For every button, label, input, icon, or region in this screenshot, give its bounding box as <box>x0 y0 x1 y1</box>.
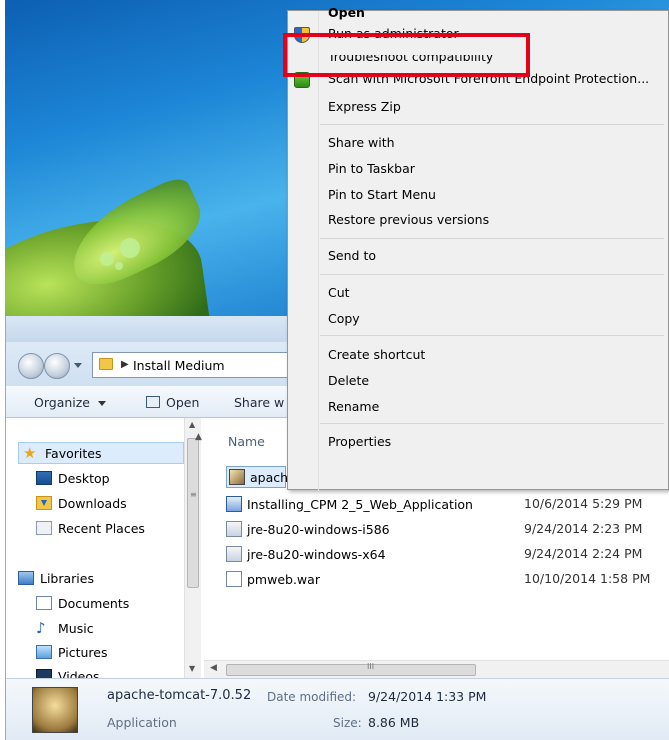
libraries-icon <box>18 571 34 585</box>
menu-item-copy[interactable]: Copy <box>328 311 360 326</box>
nav-item-label: Music <box>58 620 94 636</box>
nav-item-favorites[interactable]: ★ Favorites <box>18 442 184 464</box>
horizontal-scrollbar[interactable]: ◀ III <box>204 660 669 678</box>
downloads-folder-icon <box>36 496 52 510</box>
file-name: jre-8u20-windows-x64 <box>247 546 386 562</box>
nav-item-label: Favorites <box>45 445 102 461</box>
menu-item-share-with[interactable]: Share with <box>328 135 395 150</box>
scroll-up-icon[interactable]: ▲ <box>189 420 195 429</box>
file-name: Installing_CPM 2_5_Web_Application <box>247 496 473 512</box>
open-icon <box>146 396 160 408</box>
file-name: jre-8u20-windows-i586 <box>247 521 390 537</box>
file-date: 10/6/2014 5:29 PM <box>524 496 643 511</box>
tomcat-application-icon <box>229 469 245 485</box>
nav-item-label: Pictures <box>58 644 108 660</box>
organize-dropdown-icon[interactable] <box>98 401 106 406</box>
wallpaper-bubble <box>120 238 140 258</box>
desktop-icon <box>36 471 52 485</box>
nav-item-label: Recent Places <box>58 520 145 536</box>
menu-icon-gutter <box>318 11 319 491</box>
red-highlight-box <box>283 33 530 77</box>
java-installer-icon <box>226 521 242 537</box>
music-note-icon: ♪ <box>36 619 46 637</box>
scrollbar-grip-icon: III <box>367 662 375 671</box>
documents-icon <box>36 596 52 610</box>
menu-item-delete[interactable]: Delete <box>328 373 369 388</box>
share-with-button[interactable]: Share w <box>234 395 284 410</box>
scroll-left-icon[interactable]: ◀ <box>210 663 217 673</box>
recent-pages-dropdown-icon[interactable] <box>74 363 82 369</box>
java-installer-icon <box>226 546 242 562</box>
scrollbar-thumb[interactable] <box>187 438 199 588</box>
navigation-scrollbar[interactable]: ▲ ≡ ▼ <box>184 418 201 678</box>
file-row-jre-x64[interactable]: jre-8u20-windows-x64 <box>226 543 386 565</box>
details-size-label: Size: <box>333 716 362 730</box>
word-document-icon <box>226 496 242 512</box>
scroll-down-icon[interactable]: ▼ <box>189 664 195 673</box>
nav-item-libraries[interactable]: Libraries <box>18 568 94 588</box>
pictures-icon <box>36 645 52 659</box>
details-date-modified-label: Date modified: <box>267 690 357 704</box>
menu-item-restore-previous-versions[interactable]: Restore previous versions <box>328 212 489 227</box>
details-pane: apache-tomcat-7.0.52 Application Date mo… <box>6 678 669 740</box>
nav-item-pictures[interactable]: Pictures <box>36 642 108 662</box>
menu-item-express-zip[interactable]: Express Zip <box>328 99 401 114</box>
nav-item-label: Documents <box>58 595 130 611</box>
wallpaper-bubble <box>115 262 123 270</box>
file-row-jre-i586[interactable]: jre-8u20-windows-i586 <box>226 518 390 540</box>
file-row-apache-tomcat[interactable]: apach <box>226 466 289 488</box>
menu-separator <box>320 335 664 336</box>
nav-item-downloads[interactable]: Downloads <box>36 493 127 513</box>
recent-places-icon <box>36 521 52 535</box>
star-icon: ★ <box>23 444 37 462</box>
menu-separator <box>320 238 664 239</box>
back-button[interactable] <box>18 353 44 379</box>
menu-item-open[interactable]: Open <box>328 5 365 20</box>
wallpaper-bubble <box>100 252 114 266</box>
details-date-modified-value: 9/24/2014 1:33 PM <box>368 689 487 704</box>
generic-file-icon <box>226 571 242 587</box>
menu-item-cut[interactable]: Cut <box>328 285 350 300</box>
nav-item-music[interactable]: ♪ Music <box>36 618 94 638</box>
nav-item-label: Libraries <box>40 570 94 586</box>
scroll-up-icon[interactable]: ▲ <box>195 432 202 442</box>
menu-item-rename[interactable]: Rename <box>328 399 379 414</box>
menu-item-create-shortcut[interactable]: Create shortcut <box>328 347 425 362</box>
address-bar[interactable]: ▶ Install Medium <box>92 352 292 378</box>
menu-separator <box>320 124 664 125</box>
context-menu: Open Run as administrator Troubleshoot c… <box>287 5 669 491</box>
details-file-name: apache-tomcat-7.0.52 <box>107 688 252 703</box>
organize-button[interactable]: Organize <box>34 395 90 410</box>
nav-item-desktop[interactable]: Desktop <box>36 468 110 488</box>
menu-separator <box>320 423 664 424</box>
file-date: 10/10/2014 1:58 PM <box>524 571 651 586</box>
details-size-value: 8.86 MB <box>368 715 420 730</box>
forward-button[interactable] <box>44 353 70 379</box>
details-file-type: Application <box>107 715 177 730</box>
menu-item-pin-to-start-menu[interactable]: Pin to Start Menu <box>328 187 436 202</box>
file-date: 9/24/2014 2:23 PM <box>524 521 643 536</box>
file-name: pmweb.war <box>247 571 320 587</box>
menu-item-send-to[interactable]: Send to <box>328 248 376 263</box>
nav-item-label: Downloads <box>58 495 127 511</box>
menu-item-pin-to-taskbar[interactable]: Pin to Taskbar <box>328 161 415 176</box>
folder-icon <box>99 358 113 370</box>
file-row-pmweb-war[interactable]: pmweb.war <box>226 568 320 590</box>
file-row-installing-cpm[interactable]: Installing_CPM 2_5_Web_Application <box>226 493 473 515</box>
menu-separator <box>320 274 664 275</box>
scrollbar-grip-icon: ≡ <box>190 490 197 499</box>
nav-item-recent-places[interactable]: Recent Places <box>36 518 145 538</box>
column-header-name[interactable]: Name <box>228 434 265 449</box>
breadcrumb-install-medium[interactable]: Install Medium <box>133 358 225 373</box>
open-button[interactable]: Open <box>166 395 199 410</box>
tomcat-application-icon <box>32 687 78 733</box>
nav-item-label: Desktop <box>58 470 110 486</box>
nav-item-documents[interactable]: Documents <box>36 593 129 613</box>
file-date: 9/24/2014 2:24 PM <box>524 546 643 561</box>
menu-item-properties[interactable]: Properties <box>328 434 391 449</box>
breadcrumb-chevron-icon[interactable]: ▶ <box>121 359 129 370</box>
scrollbar-thumb[interactable]: III <box>226 662 476 676</box>
file-name: apach <box>250 469 289 485</box>
